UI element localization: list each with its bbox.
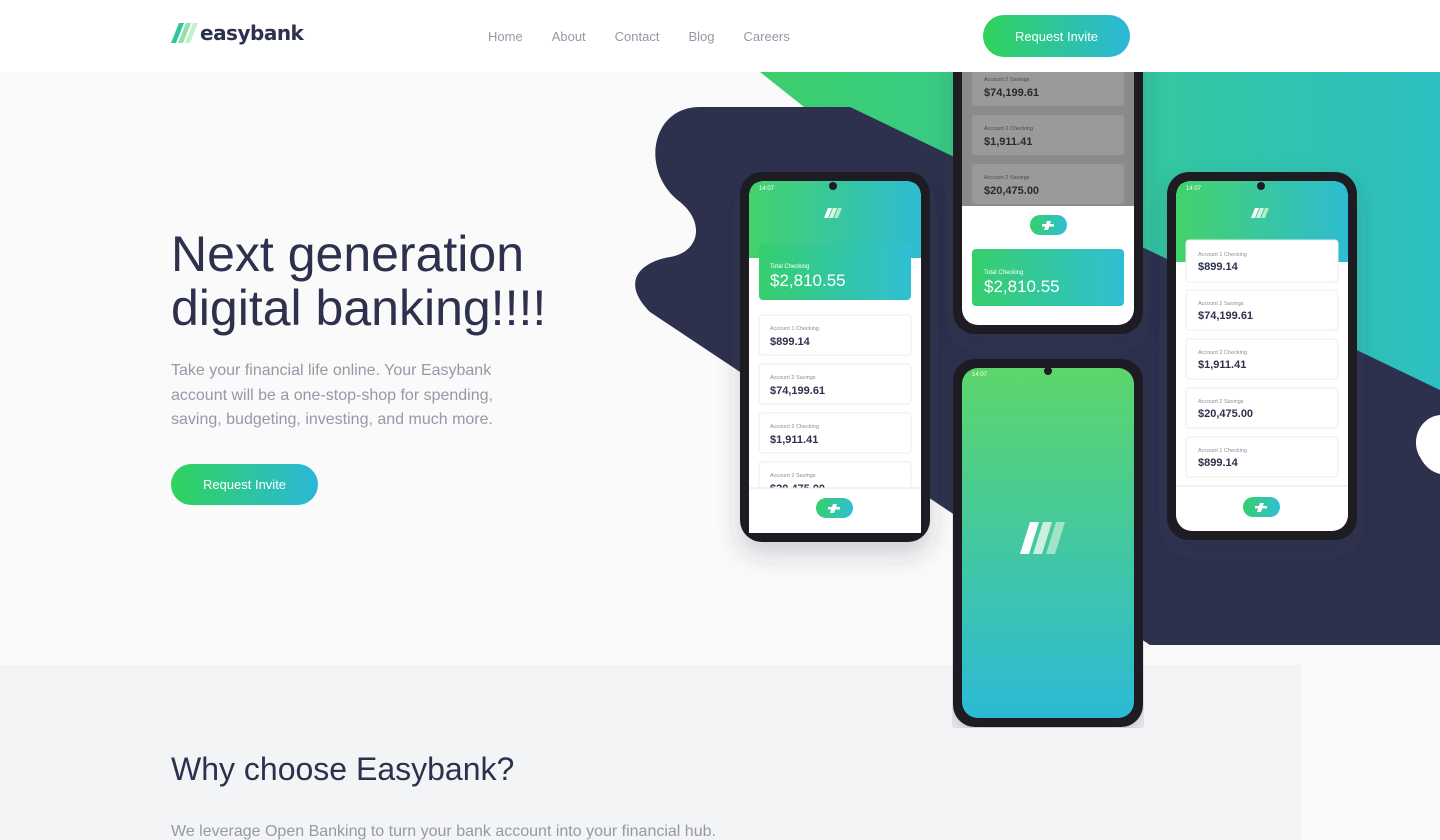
nav-blog[interactable]: Blog xyxy=(688,29,714,45)
logo-slash-icon xyxy=(171,23,198,43)
main-nav: Home About Contact Blog Careers xyxy=(488,29,819,45)
why-description: We leverage Open Banking to turn your ba… xyxy=(171,823,716,840)
svg-text:$899.14: $899.14 xyxy=(1198,457,1239,469)
svg-text:$74,199.61: $74,199.61 xyxy=(984,87,1039,99)
phone-right-account-0: Account 1 Checking $899.14 xyxy=(1185,239,1339,283)
phone-left-account-2: Account 2 Checking $1,911.41 xyxy=(758,412,912,454)
phone-left: 14:07 Total Checking $2,810.55 Account 1… xyxy=(740,172,930,542)
svg-text:Account 2 Savings: Account 2 Savings xyxy=(1198,399,1244,405)
svg-text:$899.14: $899.14 xyxy=(1198,261,1239,273)
header-request-invite-button[interactable]: Request Invite xyxy=(983,15,1130,57)
svg-text:Account 2 Savings: Account 2 Savings xyxy=(770,473,816,479)
phone-left-total-value: $2,810.55 xyxy=(770,271,846,290)
phone-front: 14:07 xyxy=(953,359,1143,727)
hero-request-invite-button[interactable]: Request Invite xyxy=(171,464,318,505)
svg-text:Account 1 Checking: Account 1 Checking xyxy=(770,326,819,332)
svg-text:Account 1 Checking: Account 1 Checking xyxy=(1198,448,1247,454)
svg-text:Account 2 Savings: Account 2 Savings xyxy=(1198,301,1244,307)
svg-text:$1,911.41: $1,911.41 xyxy=(984,136,1032,148)
hero-section: 14:07 Total Checking $2,810.55 Account 1… xyxy=(0,72,1440,665)
svg-text:14:07: 14:07 xyxy=(972,372,988,378)
svg-text:$2,810.55: $2,810.55 xyxy=(984,277,1060,296)
phone-right-account-3: Account 2 Savings $20,475.00 xyxy=(1185,387,1339,429)
phone-right-account-1: Account 2 Savings $74,199.61 xyxy=(1185,289,1339,331)
site-header: easybank Home About Contact Blog Careers… xyxy=(0,0,1440,72)
hero-title: Next generation digital banking!!!! xyxy=(171,226,547,336)
phone-left-account-1: Account 2 Savings $74,199.61 xyxy=(758,363,912,405)
svg-text:$74,199.61: $74,199.61 xyxy=(770,385,825,397)
nav-contact[interactable]: Contact xyxy=(615,29,660,45)
phone-left-account-0: Account 1 Checking $899.14 xyxy=(758,314,912,356)
svg-text:$899.14: $899.14 xyxy=(770,336,811,348)
svg-text:$74,199.61: $74,199.61 xyxy=(1198,310,1253,322)
hero-description: Take your financial life online. Your Ea… xyxy=(171,362,493,428)
svg-text:14:07: 14:07 xyxy=(1186,186,1202,192)
why-title: Why choose Easybank? xyxy=(171,751,515,787)
phone-left-time: 14:07 xyxy=(759,186,775,192)
phone-right-account-4: Account 1 Checking $899.14 xyxy=(1185,436,1339,478)
phone-right-account-2: Account 2 Checking $1,911.41 xyxy=(1185,338,1339,380)
svg-text:Account 2 Savings: Account 2 Savings xyxy=(984,77,1030,83)
svg-text:Account 1 Checking: Account 1 Checking xyxy=(1198,252,1247,258)
nav-about[interactable]: About xyxy=(552,29,586,45)
svg-text:$20,475.00: $20,475.00 xyxy=(1198,408,1253,420)
svg-text:Account 2 Savings: Account 2 Savings xyxy=(770,375,816,381)
svg-text:Account 2 Savings: Account 2 Savings xyxy=(984,175,1030,181)
svg-text:Account 2 Checking: Account 2 Checking xyxy=(984,126,1033,132)
phone-right: 14:07 Account 1 Checking $899.14 Account… xyxy=(1167,172,1357,540)
svg-text:$1,911.41: $1,911.41 xyxy=(770,434,818,446)
svg-text:$1,911.41: $1,911.41 xyxy=(1198,359,1246,371)
nav-careers[interactable]: Careers xyxy=(744,29,790,45)
phone-left-total-label: Total Checking xyxy=(770,264,809,270)
svg-text:$20,475.00: $20,475.00 xyxy=(984,185,1039,197)
svg-text:Account 2 Checking: Account 2 Checking xyxy=(770,424,819,430)
brand-name: easybank xyxy=(200,21,304,45)
brand-logo[interactable]: easybank xyxy=(171,21,304,45)
svg-text:Total Checking: Total Checking xyxy=(984,270,1023,276)
nav-home[interactable]: Home xyxy=(488,29,523,45)
svg-text:Account 2 Checking: Account 2 Checking xyxy=(1198,350,1247,356)
phone-top: Account 2 Savings $74,199.61 Account 2 C… xyxy=(953,72,1143,334)
